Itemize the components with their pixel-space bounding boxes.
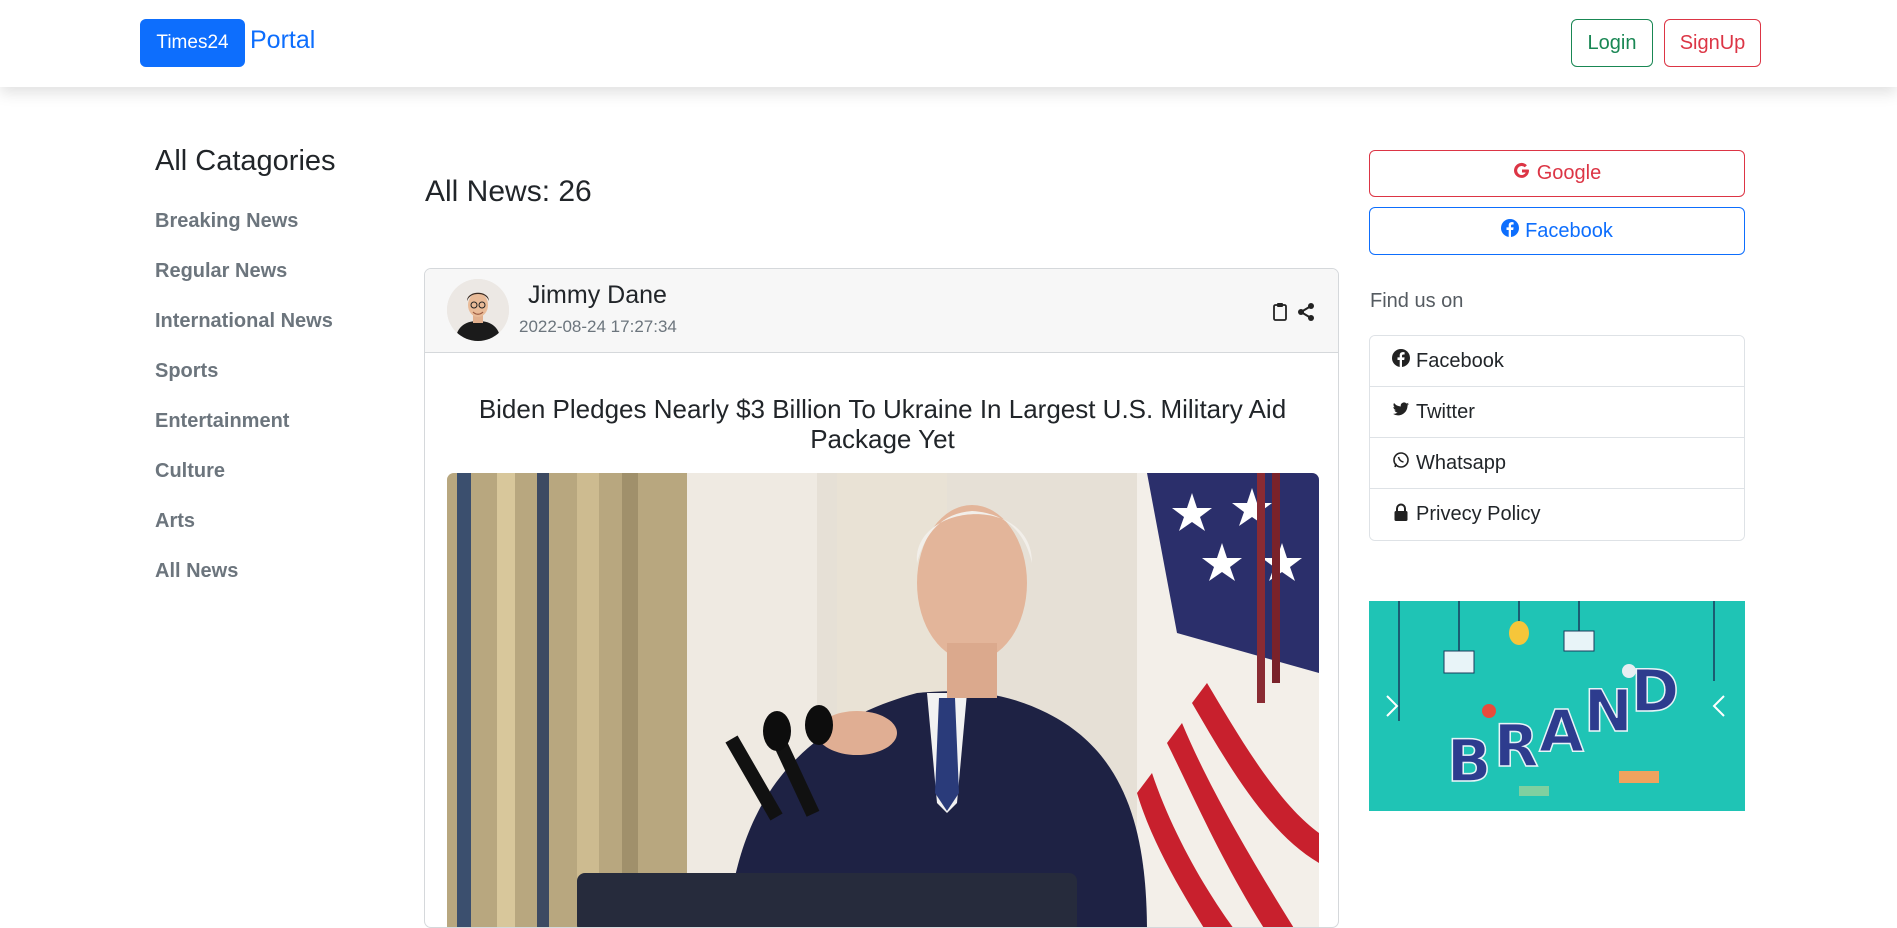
social-facebook-label: Facebook [1416, 349, 1504, 372]
category-entertainment[interactable]: Entertainment [155, 410, 333, 460]
post-datetime: 2022-08-24 17:27:34 [519, 317, 677, 336]
author-avatar [447, 279, 509, 341]
category-breaking-news[interactable]: Breaking News [155, 210, 333, 260]
signup-button[interactable]: SignUp [1664, 19, 1761, 67]
news-card: Jimmy Dane 2022-08-24 17:27:34 Biden Ple… [424, 268, 1339, 928]
news-count-heading: All News: 26 [425, 175, 592, 208]
category-sports[interactable]: Sports [155, 360, 333, 410]
author-name: Jimmy Dane [528, 281, 667, 309]
find-us-heading: Find us on [1370, 290, 1464, 312]
facebook-icon [1501, 219, 1520, 243]
news-card-header: Jimmy Dane 2022-08-24 17:27:34 [425, 269, 1338, 353]
category-arts[interactable]: Arts [155, 510, 333, 560]
svg-text:N: N [1584, 677, 1633, 745]
categories-title: All Catagories [155, 145, 336, 177]
share-icon[interactable] [1295, 301, 1317, 323]
svg-text:B: B [1447, 727, 1491, 795]
social-twitter[interactable]: Twitter [1370, 387, 1744, 438]
google-login-button[interactable]: Google [1369, 150, 1745, 197]
svg-text:A: A [1539, 697, 1584, 765]
category-all-news[interactable]: All News [155, 560, 333, 610]
brand-button[interactable]: Times24 [140, 19, 245, 67]
social-whatsapp-label: Whatsapp [1416, 451, 1507, 474]
portal-link[interactable]: Portal [250, 26, 315, 55]
news-image[interactable] [447, 473, 1319, 927]
top-navbar: Times24 Portal Login SignUp [0, 0, 1897, 87]
social-whatsapp[interactable]: Whatsapp [1370, 438, 1744, 489]
category-international-news[interactable]: International News [155, 310, 333, 360]
facebook-icon [1392, 349, 1410, 373]
twitter-icon [1392, 400, 1410, 424]
category-list: Breaking News Regular News International… [155, 210, 333, 610]
social-privacy-policy[interactable]: Privecy Policy [1370, 489, 1744, 540]
google-icon [1513, 162, 1531, 186]
social-facebook[interactable]: Facebook [1370, 336, 1744, 387]
google-label: Google [1536, 162, 1602, 184]
category-regular-news[interactable]: Regular News [155, 260, 333, 310]
social-links-list: Facebook Twitter Whatsapp Privecy Policy [1369, 335, 1745, 541]
facebook-label: Facebook [1525, 219, 1613, 242]
facebook-login-button[interactable]: Facebook [1369, 207, 1745, 255]
svg-text:D: D [1631, 657, 1679, 725]
lock-icon [1392, 503, 1410, 527]
login-button[interactable]: Login [1571, 19, 1653, 67]
svg-text:R: R [1494, 712, 1539, 780]
category-culture[interactable]: Culture [155, 460, 333, 510]
social-twitter-label: Twitter [1416, 400, 1475, 423]
clipboard-icon[interactable] [1269, 301, 1291, 323]
news-title[interactable]: Biden Pledges Nearly $3 Billion To Ukrai… [455, 394, 1310, 454]
social-privacy-label: Privecy Policy [1416, 503, 1541, 525]
whatsapp-icon [1392, 451, 1410, 475]
brand-ad-banner[interactable]: B R A N D [1369, 601, 1745, 811]
